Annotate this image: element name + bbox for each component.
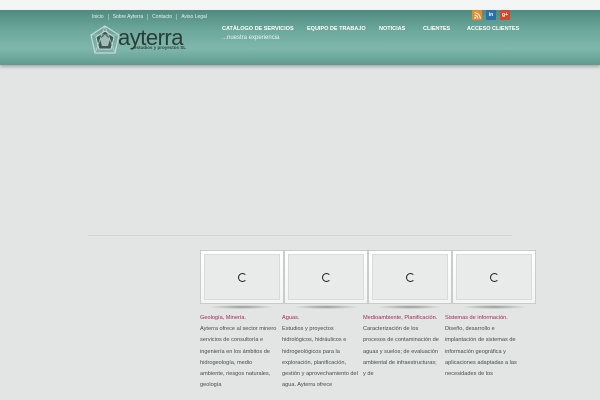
logo-mark-icon[interactable]: [88, 24, 122, 58]
linkedin-label: in: [488, 12, 494, 18]
card-image-frame: [204, 254, 280, 300]
service-text-geologia: Ayterra ofrece al sector minero servicio…: [200, 326, 277, 389]
service-column-sistemas: Sistemas de información. Diseño, desarro…: [445, 313, 523, 380]
service-title-aguas[interactable]: Aguas.: [282, 313, 360, 324]
nav-equipo-trabajo[interactable]: EQUIPO DE TRABAJO: [307, 26, 366, 32]
loading-spinner-icon: [237, 272, 247, 282]
utility-links: Inicio Sobre Ayterra Contacto Aviso Lega…: [88, 11, 211, 23]
service-card-aguas[interactable]: [284, 250, 368, 309]
utility-link-contacto[interactable]: Contacto: [147, 14, 176, 20]
card-image-frame: [288, 254, 364, 300]
nav-catalogo-servicios[interactable]: CATÁLOGO DE SERVICIOS: [222, 26, 294, 32]
card-image-frame: [372, 254, 448, 300]
service-title-geologia[interactable]: Geología, Minería.: [200, 313, 278, 324]
card-image-frame: [456, 254, 532, 300]
service-title-sistemas[interactable]: Sistemas de información.: [445, 313, 523, 324]
service-column-aguas: Aguas. Estudios y proyectos hidrológicos…: [282, 313, 360, 391]
loading-spinner-icon: [405, 272, 415, 282]
utility-link-inicio[interactable]: Inicio: [88, 14, 108, 20]
nav-clientes[interactable]: CLIENTES: [423, 26, 450, 32]
rss-icon-glyph: [473, 11, 481, 19]
service-card-geologia[interactable]: [200, 250, 284, 309]
service-text-aguas: Estudios y proyectos hidrológicos, hidrá…: [282, 326, 358, 389]
service-text-sistemas: Diseño, desarrollo e implantación de sis…: [445, 326, 517, 378]
google-plus-label: g+: [502, 12, 508, 18]
linkedin-icon[interactable]: in: [486, 10, 496, 20]
service-cards: [200, 250, 536, 309]
service-card-medioambiente[interactable]: [368, 250, 452, 309]
utility-link-aviso-legal[interactable]: Aviso Legal: [176, 14, 211, 20]
nav-acceso-clientes[interactable]: ACCESO CLIENTES: [467, 26, 519, 32]
top-strip: [0, 0, 600, 10]
google-plus-icon[interactable]: g+: [500, 10, 510, 20]
service-column-geologia: Geología, Minería. Ayterra ofrece al sec…: [200, 313, 278, 391]
utility-link-sobre[interactable]: Sobre Ayterra: [107, 14, 147, 20]
loading-spinner-icon: [489, 272, 499, 282]
service-title-medioambiente[interactable]: Medioambiente, Planificación.: [363, 313, 441, 324]
service-card-sistemas[interactable]: [452, 250, 536, 309]
content-divider: [88, 235, 512, 236]
logo-subtitle: estudios y proyectos SL: [134, 45, 187, 50]
tagline: ...nuestra experiencia: [222, 35, 280, 41]
service-text-medioambiente: Caracterización de los procesos de conta…: [363, 326, 439, 378]
service-column-medioambiente: Medioambiente, Planificación. Caracteriz…: [363, 313, 441, 380]
loading-spinner-icon: [321, 272, 331, 282]
rss-icon[interactable]: [472, 10, 482, 20]
nav-noticias[interactable]: NOTICIAS: [379, 26, 405, 32]
